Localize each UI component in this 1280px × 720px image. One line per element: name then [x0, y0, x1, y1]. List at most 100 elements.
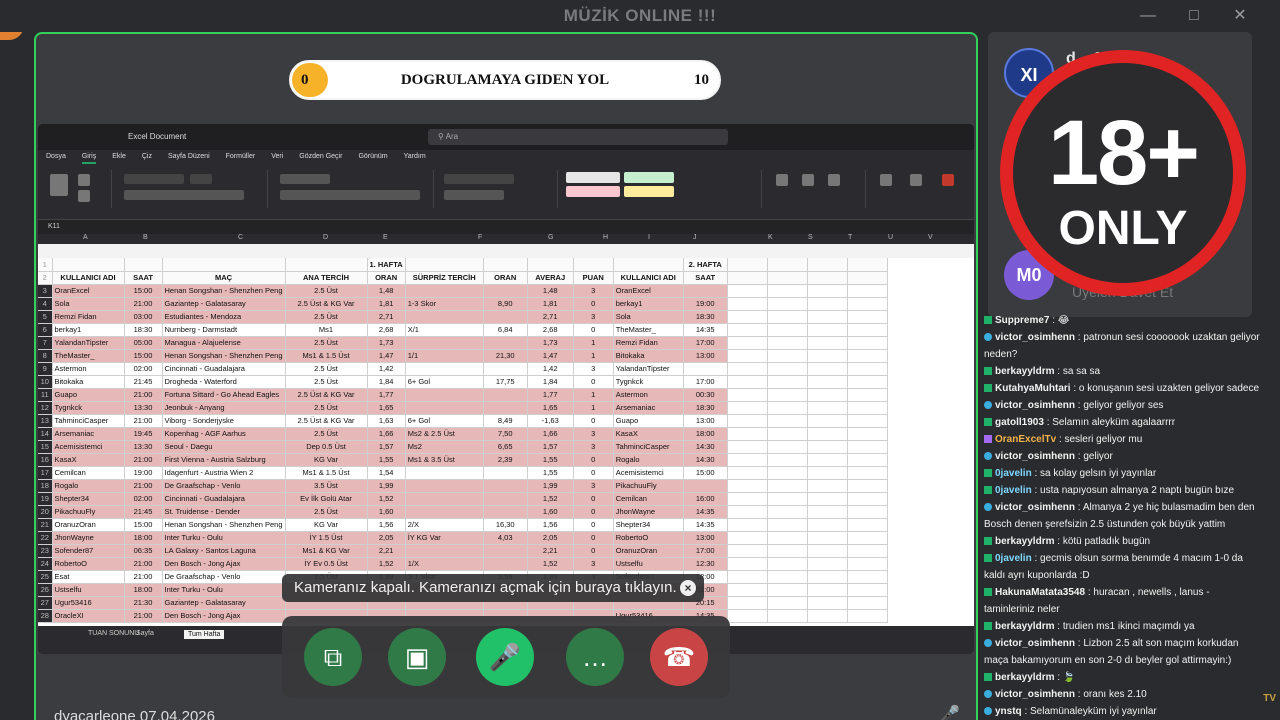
table-cell[interactable]: 14:35: [683, 518, 728, 532]
table-cell[interactable]: 2.5 Üst: [285, 362, 368, 376]
table-cell[interactable]: [727, 479, 768, 493]
table-cell[interactable]: 13:30: [124, 401, 163, 415]
table-cell[interactable]: 1,55: [527, 453, 574, 467]
table-cell[interactable]: 1. HAFTA: [367, 258, 406, 272]
table-cell[interactable]: X/1: [405, 323, 484, 337]
table-cell[interactable]: Henan Songshan - Shenzhen Peng: [162, 349, 286, 363]
table-cell[interactable]: [527, 258, 574, 272]
table-cell[interactable]: [767, 401, 808, 415]
table-cell[interactable]: [807, 401, 848, 415]
table-cell[interactable]: 1,52: [367, 557, 406, 571]
table-cell[interactable]: Arsemaniac: [52, 427, 125, 441]
table-cell[interactable]: Acemisistemci: [52, 440, 125, 454]
table-cell[interactable]: [807, 375, 848, 389]
table-cell[interactable]: [807, 414, 848, 428]
table-cell[interactable]: 3: [573, 479, 614, 493]
table-cell[interactable]: 1,55: [527, 466, 574, 480]
table-cell[interactable]: Estudiantes - Mendoza: [162, 310, 286, 324]
table-cell[interactable]: Den Bosch - Jong Ajax: [162, 557, 286, 571]
table-cell[interactable]: Cincinnati - Guadalajara: [162, 492, 286, 506]
table-cell[interactable]: 6,65: [483, 440, 528, 454]
table-cell[interactable]: [847, 271, 888, 285]
table-cell[interactable]: OranExcel: [613, 284, 684, 298]
table-cell[interactable]: berkay1: [613, 297, 684, 311]
table-cell[interactable]: 14:35: [683, 505, 728, 519]
table-cell[interactable]: Ms1 & 3.5 Üst: [405, 453, 484, 467]
table-cell[interactable]: 18:00: [683, 427, 728, 441]
chat-username[interactable]: berkayyldrm: [995, 621, 1054, 632]
table-cell[interactable]: 2,39: [483, 453, 528, 467]
table-cell[interactable]: 1,55: [367, 453, 406, 467]
table-cell[interactable]: İY Ev 0.5 Üst: [285, 557, 368, 571]
toast-close-icon[interactable]: ×: [680, 580, 696, 596]
table-cell[interactable]: [847, 401, 888, 415]
table-cell[interactable]: 1,54: [367, 466, 406, 480]
table-cell[interactable]: 17:00: [683, 375, 728, 389]
table-cell[interactable]: RobertoO: [613, 531, 684, 545]
table-cell[interactable]: 0: [573, 492, 614, 506]
table-cell[interactable]: 2.5 Üst: [285, 310, 368, 324]
table-cell[interactable]: 21:00: [124, 388, 163, 402]
table-cell[interactable]: Gaziantep - Galatasaray: [162, 297, 286, 311]
table-cell[interactable]: ANA TERCİH: [285, 271, 368, 285]
excel-menu-item[interactable]: Çiz: [142, 150, 152, 164]
table-cell[interactable]: 14:35: [683, 323, 728, 337]
table-cell[interactable]: 1,81: [527, 297, 574, 311]
table-cell[interactable]: Acemisistemci: [613, 466, 684, 480]
table-cell[interactable]: 2,05: [367, 531, 406, 545]
table-cell[interactable]: [483, 479, 528, 493]
row-number[interactable]: 2: [38, 271, 53, 285]
table-cell[interactable]: [847, 544, 888, 558]
table-cell[interactable]: Dep 0.5 Üst: [285, 440, 368, 454]
table-cell[interactable]: [727, 440, 768, 454]
table-cell[interactable]: 18:00: [124, 583, 163, 597]
table-cell[interactable]: [727, 505, 768, 519]
table-cell[interactable]: 21:45: [124, 375, 163, 389]
sheet-tab[interactable]: TUAN SONUNU: [88, 630, 139, 637]
table-cell[interactable]: Shepter34: [613, 518, 684, 532]
table-cell[interactable]: 13:30: [124, 440, 163, 454]
table-cell[interactable]: 18:30: [124, 323, 163, 337]
table-cell[interactable]: 0: [573, 466, 614, 480]
table-cell[interactable]: SAAT: [683, 271, 728, 285]
table-cell[interactable]: [573, 258, 614, 272]
table-cell[interactable]: 1,99: [367, 479, 406, 493]
table-cell[interactable]: 1,66: [367, 427, 406, 441]
table-cell[interactable]: 15:00: [124, 518, 163, 532]
table-cell[interactable]: 6,84: [483, 323, 528, 337]
table-cell[interactable]: Henan Songshan - Shenzhen Peng: [162, 518, 286, 532]
row-number[interactable]: 28: [38, 609, 53, 623]
table-cell[interactable]: [727, 310, 768, 324]
row-number[interactable]: 21: [38, 518, 53, 532]
table-cell[interactable]: [727, 362, 768, 376]
table-cell[interactable]: [683, 284, 728, 298]
table-cell[interactable]: 3: [573, 440, 614, 454]
row-number[interactable]: 11: [38, 388, 53, 402]
table-cell[interactable]: 21:00: [124, 414, 163, 428]
table-cell[interactable]: 0: [573, 323, 614, 337]
table-cell[interactable]: [405, 401, 484, 415]
table-cell[interactable]: Ms1: [285, 323, 368, 337]
table-cell[interactable]: Seoul - Daegu: [162, 440, 286, 454]
table-cell[interactable]: [124, 258, 163, 272]
row-number[interactable]: 3: [38, 284, 53, 298]
table-cell[interactable]: [767, 570, 808, 584]
table-cell[interactable]: 1,60: [527, 505, 574, 519]
table-cell[interactable]: [847, 427, 888, 441]
table-cell[interactable]: [405, 310, 484, 324]
close-icon[interactable]: ✕: [1220, 4, 1260, 28]
table-cell[interactable]: TheMaster_: [613, 323, 684, 337]
chat-username[interactable]: Suppreme7: [995, 315, 1049, 326]
table-cell[interactable]: 1: [573, 336, 614, 350]
table-cell[interactable]: 21:00: [124, 609, 163, 623]
table-cell[interactable]: 1,47: [527, 349, 574, 363]
table-cell[interactable]: Rogalo: [613, 453, 684, 467]
spreadsheet-grid[interactable]: 1 1. HAFTA 2. HAFTA 2 KULLANICI ADI SAAT MAÇ AN…: [38, 258, 974, 626]
table-cell[interactable]: [767, 596, 808, 610]
table-cell[interactable]: [807, 258, 848, 272]
table-cell[interactable]: 2,68: [367, 323, 406, 337]
table-cell[interactable]: OranuzOran: [613, 544, 684, 558]
table-cell[interactable]: JhonWayne: [52, 531, 125, 545]
table-cell[interactable]: 06:35: [124, 544, 163, 558]
table-cell[interactable]: 2,21: [527, 544, 574, 558]
